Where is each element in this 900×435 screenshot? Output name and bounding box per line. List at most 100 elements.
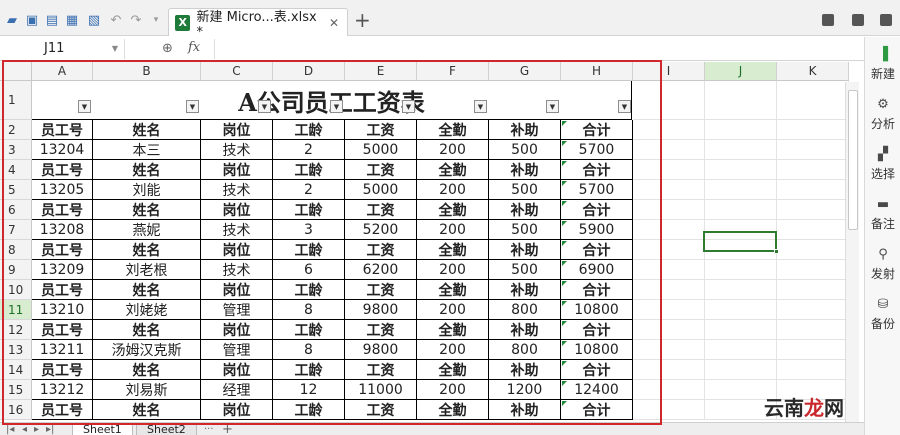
table-header-cell[interactable]: 姓名 <box>93 240 201 260</box>
table-header-cell[interactable]: 全勤 <box>417 400 489 420</box>
table-header-cell[interactable]: 岗位 <box>201 400 273 420</box>
column-header-h[interactable]: H <box>561 62 633 81</box>
table-header-cell[interactable]: 岗位 <box>201 280 273 300</box>
table-cell[interactable]: 管理 <box>201 300 273 320</box>
table-cell[interactable]: 刘老根 <box>93 260 201 280</box>
table-header-cell[interactable]: 补助 <box>489 120 561 140</box>
table-cell[interactable]: 9800 <box>345 300 417 320</box>
table-cell[interactable]: 13211 <box>32 340 93 360</box>
filter-dropdown-icon[interactable]: ▼ <box>78 100 91 113</box>
table-header-cell[interactable]: 补助 <box>489 360 561 380</box>
table-header-cell[interactable]: 员工号 <box>32 320 93 340</box>
table-cell[interactable]: 刘易斯 <box>93 380 201 400</box>
empty-cell[interactable] <box>633 240 705 260</box>
row-header-9[interactable]: 9 <box>0 260 32 280</box>
row-header-2[interactable]: 2 <box>0 120 32 140</box>
empty-cell[interactable] <box>633 220 705 240</box>
table-cell[interactable]: 5700 <box>561 140 633 160</box>
filter-dropdown-icon[interactable]: ▼ <box>330 100 343 113</box>
table-cell[interactable]: 10800 <box>561 340 633 360</box>
table-header-cell[interactable]: 合计 <box>561 400 633 420</box>
empty-cell[interactable] <box>777 81 849 120</box>
table-cell[interactable]: 1200 <box>489 380 561 400</box>
table-cell[interactable]: 5700 <box>561 180 633 200</box>
empty-cell[interactable] <box>777 240 849 260</box>
empty-cell[interactable] <box>633 160 705 180</box>
table-header-cell[interactable]: 全勤 <box>417 160 489 180</box>
redo-icon[interactable]: ↷ <box>128 12 144 28</box>
column-header-b[interactable]: B <box>93 62 201 81</box>
table-cell[interactable]: 8 <box>273 340 345 360</box>
table-header-cell[interactable]: 工资 <box>345 160 417 180</box>
column-header-d[interactable]: D <box>273 62 345 81</box>
table-header-cell[interactable]: 补助 <box>489 320 561 340</box>
table-cell[interactable]: 200 <box>417 260 489 280</box>
table-header-cell[interactable]: 员工号 <box>32 160 93 180</box>
table-header-cell[interactable]: 姓名 <box>93 400 201 420</box>
row-header-11[interactable]: 11 <box>0 300 32 320</box>
table-header-cell[interactable]: 补助 <box>489 400 561 420</box>
table-header-cell[interactable]: 工龄 <box>273 120 345 140</box>
table-cell[interactable]: 3 <box>273 220 345 240</box>
table-header-cell[interactable]: 合计 <box>561 200 633 220</box>
save-icon[interactable]: ▣ <box>24 12 40 28</box>
table-header-cell[interactable]: 工龄 <box>273 280 345 300</box>
selected-cell-j11[interactable] <box>703 231 777 252</box>
table-cell[interactable]: 汤姆汉克斯 <box>93 340 201 360</box>
next-sheet-icon[interactable]: ▸ <box>34 423 39 435</box>
table-header-cell[interactable]: 工龄 <box>273 240 345 260</box>
table-header-cell[interactable]: 补助 <box>489 280 561 300</box>
formula-input[interactable] <box>214 39 862 59</box>
scrollbar-thumb[interactable] <box>848 90 858 230</box>
function-icon[interactable]: fx <box>188 40 200 55</box>
empty-cell[interactable] <box>777 360 849 380</box>
table-cell[interactable]: 8 <box>273 300 345 320</box>
table-header-cell[interactable]: 姓名 <box>93 120 201 140</box>
empty-cell[interactable] <box>633 180 705 200</box>
empty-cell[interactable] <box>633 260 705 280</box>
empty-cell[interactable] <box>705 200 777 220</box>
table-header-cell[interactable]: 工龄 <box>273 200 345 220</box>
table-cell[interactable]: 本三 <box>93 140 201 160</box>
panel-button-new[interactable]: ▐ 新建 <box>865 41 900 91</box>
table-header-cell[interactable]: 岗位 <box>201 240 273 260</box>
panel-button-comment[interactable]: ▬ 备注 <box>865 191 900 241</box>
table-header-cell[interactable]: 姓名 <box>93 280 201 300</box>
table-cell[interactable]: 500 <box>489 260 561 280</box>
sheet-tab-sheet1[interactable]: Sheet1 <box>72 423 133 435</box>
empty-cell[interactable] <box>633 280 705 300</box>
table-cell[interactable]: 13210 <box>32 300 93 320</box>
table-header-cell[interactable]: 合计 <box>561 280 633 300</box>
row-header-6[interactable]: 6 <box>0 200 32 220</box>
table-cell[interactable]: 12400 <box>561 380 633 400</box>
empty-cell[interactable] <box>705 360 777 380</box>
empty-cell[interactable] <box>777 340 849 360</box>
filter-dropdown-icon[interactable]: ▼ <box>474 100 487 113</box>
column-header-c[interactable]: C <box>201 62 273 81</box>
empty-cell[interactable] <box>633 120 705 140</box>
table-header-cell[interactable]: 合计 <box>561 160 633 180</box>
export-pdf-icon[interactable]: ▤ <box>44 12 60 28</box>
column-header-g[interactable]: G <box>489 62 561 81</box>
table-header-cell[interactable]: 姓名 <box>93 160 201 180</box>
empty-cell[interactable] <box>705 120 777 140</box>
empty-cell[interactable] <box>777 120 849 140</box>
table-header-cell[interactable]: 姓名 <box>93 360 201 380</box>
row-header-15[interactable]: 15 <box>0 380 32 400</box>
table-cell[interactable]: 11000 <box>345 380 417 400</box>
table-cell[interactable]: 200 <box>417 220 489 240</box>
new-tab-button[interactable]: + <box>354 10 371 30</box>
empty-cell[interactable] <box>633 340 705 360</box>
row-header-16[interactable]: 16 <box>0 400 32 420</box>
table-header-cell[interactable]: 全勤 <box>417 360 489 380</box>
table-cell[interactable]: 2 <box>273 180 345 200</box>
close-tab-icon[interactable]: ✕ <box>329 16 339 30</box>
filter-dropdown-icon[interactable]: ▼ <box>618 100 631 113</box>
undo-icon[interactable]: ↶ <box>108 12 124 28</box>
row-header-5[interactable]: 5 <box>0 180 32 200</box>
add-sheet-button[interactable]: + <box>222 423 233 435</box>
empty-cell[interactable] <box>777 180 849 200</box>
table-header-cell[interactable]: 岗位 <box>201 320 273 340</box>
table-cell[interactable]: 刘姥姥 <box>93 300 201 320</box>
open-folder-icon[interactable]: ▰ <box>4 12 20 28</box>
